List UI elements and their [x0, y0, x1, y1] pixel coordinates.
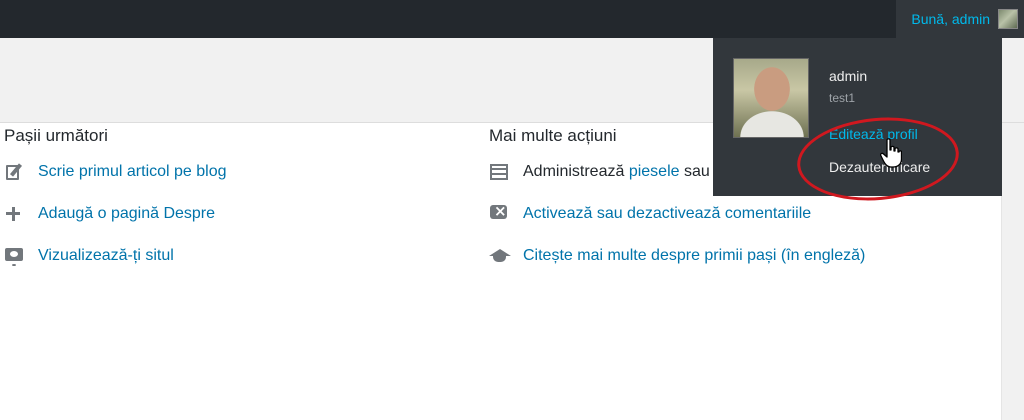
learn-more-link[interactable]: Citește mai multe despre primii pași (în…	[523, 247, 865, 265]
manage-prefix-text: Administrează	[523, 163, 625, 180]
username: test1	[829, 91, 856, 105]
edit-icon	[4, 162, 26, 182]
display-name[interactable]: admin	[829, 68, 867, 84]
view-site-link[interactable]: Vizualizează-ți situl	[38, 247, 174, 265]
write-first-post-link[interactable]: Scrie primul articol pe blog	[38, 163, 227, 181]
add-about-page-link[interactable]: Adaugă o pagină Despre	[38, 205, 215, 223]
learn-more-icon	[489, 246, 511, 266]
comments-icon	[489, 202, 511, 224]
plus-icon	[4, 204, 26, 224]
avatar[interactable]	[998, 9, 1018, 29]
list-item: Adaugă o pagină Despre	[4, 193, 227, 235]
list-item: Scrie primul articol pe blog	[4, 151, 227, 193]
hand-cursor-icon	[880, 138, 902, 168]
greeting-text[interactable]: Bună, admin	[911, 11, 990, 27]
list-item: Activează sau dezactivează comentariile	[489, 193, 865, 235]
profile-avatar[interactable]	[733, 58, 809, 138]
list-item: Citește mai multe despre primii pași (în…	[489, 235, 865, 277]
list-item: Vizualizează-ți situl	[4, 235, 227, 277]
admin-bar: Bună, admin	[0, 0, 1024, 38]
widgets-link[interactable]: piesele	[629, 163, 680, 181]
view-site-icon	[4, 246, 26, 266]
next-steps-heading: Pașii următori	[4, 126, 108, 145]
my-account-menu[interactable]: Bună, admin	[896, 0, 1024, 38]
next-steps-column: Pașii următori Scrie primul articol pe b…	[4, 124, 227, 277]
or-text: sau	[683, 163, 710, 180]
toggle-comments-link[interactable]: Activează sau dezactivează comentariile	[523, 205, 811, 223]
widgets-icon	[489, 162, 511, 182]
